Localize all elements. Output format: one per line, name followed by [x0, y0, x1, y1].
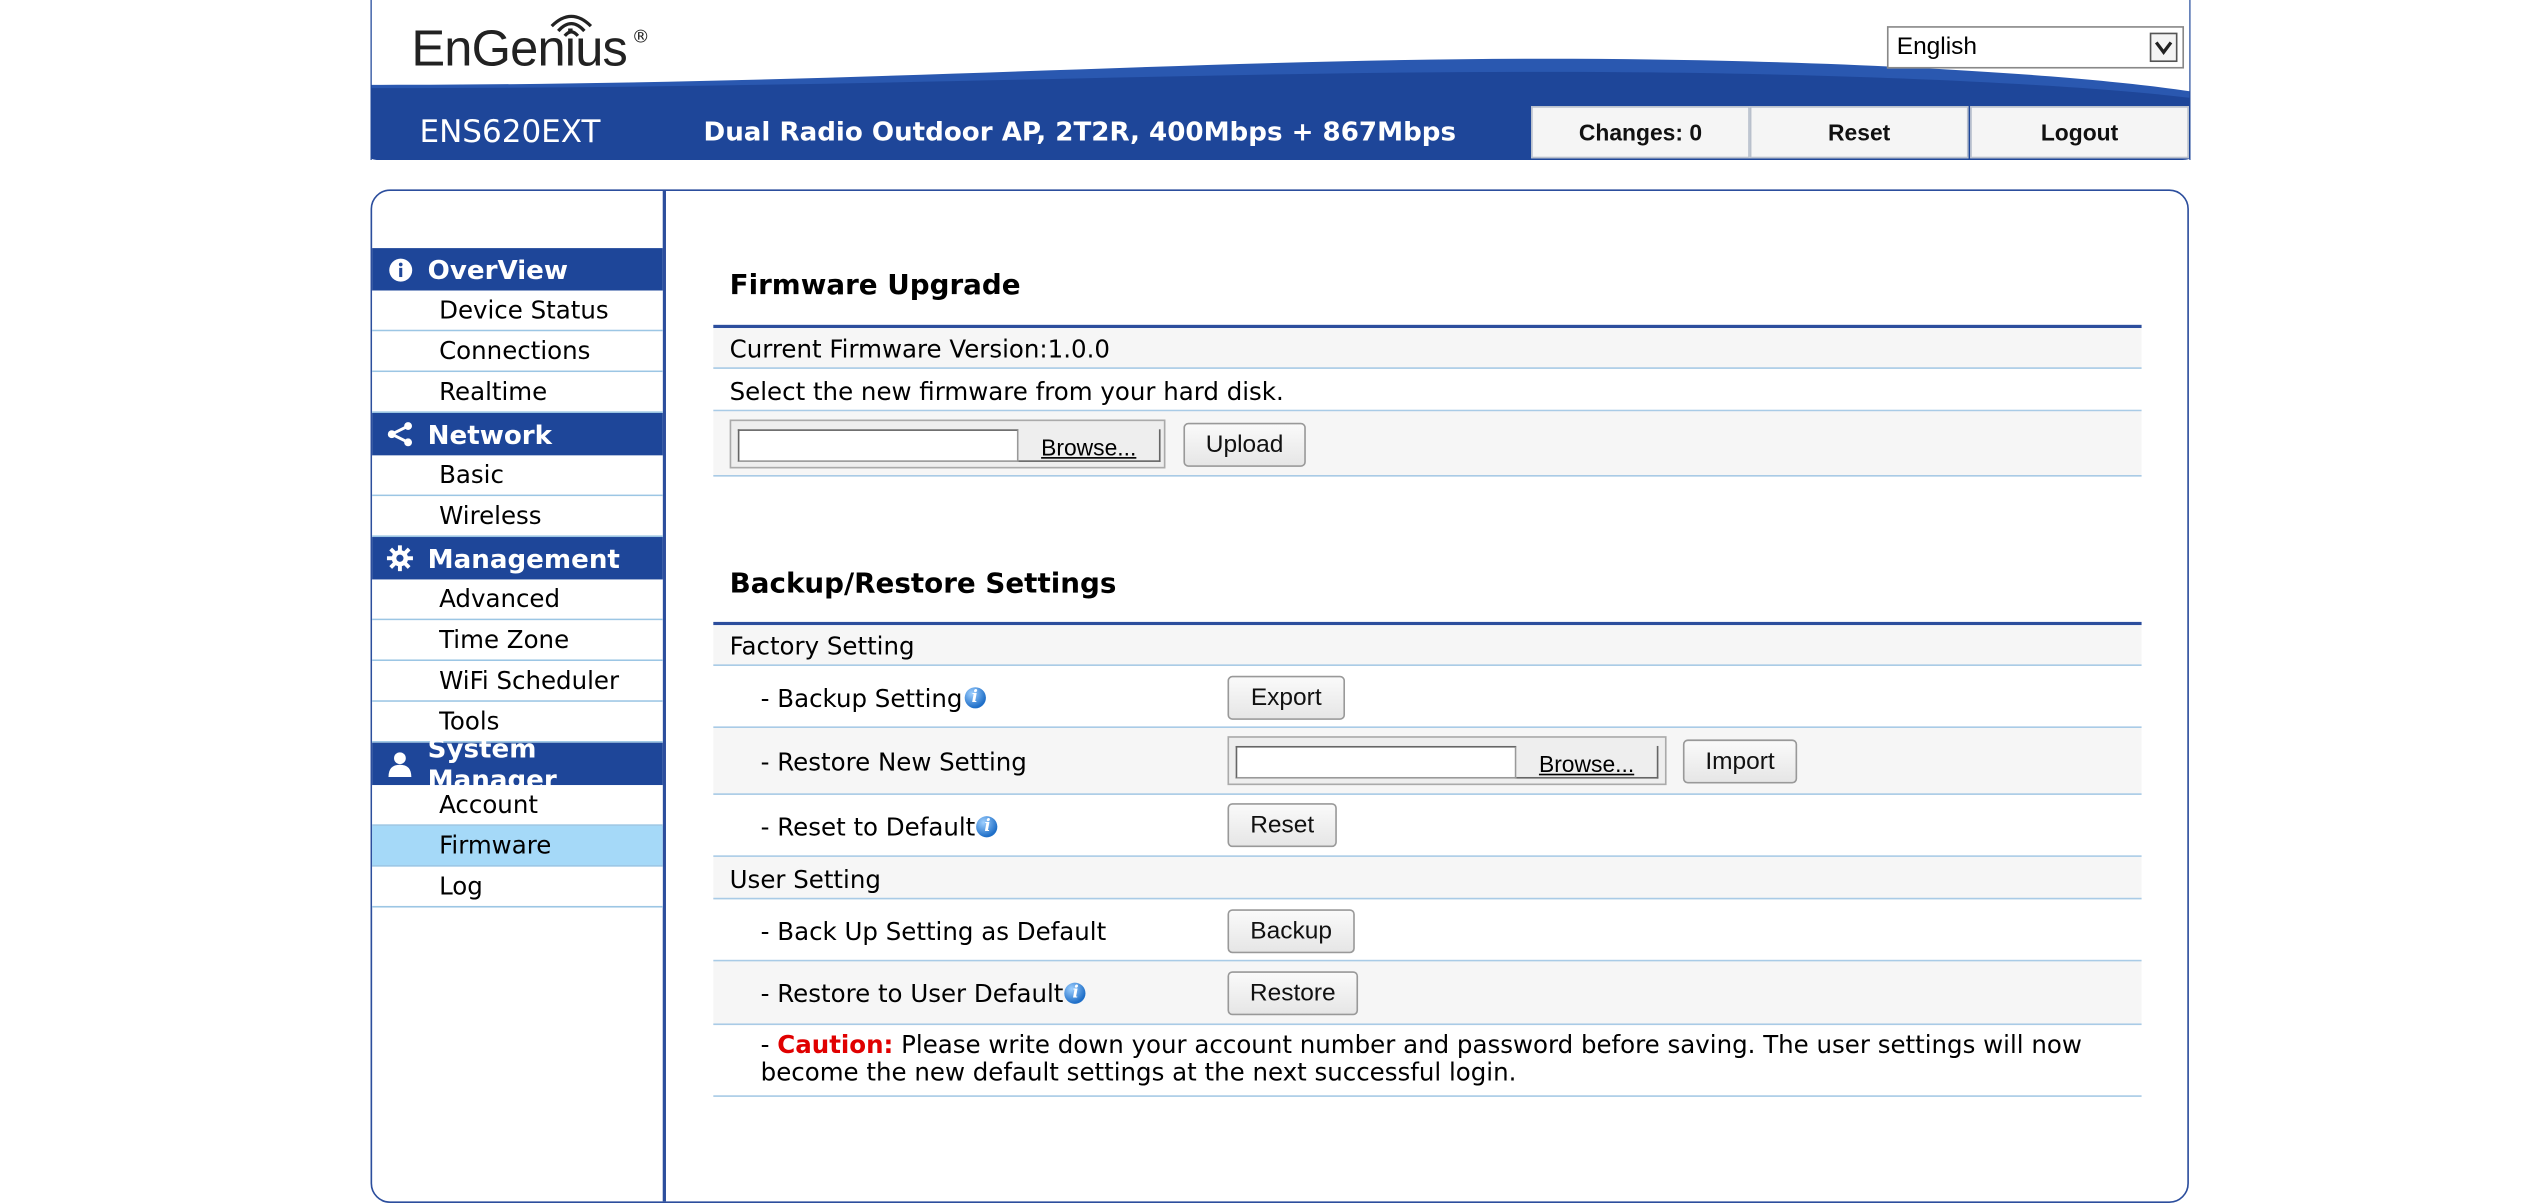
info-icon[interactable]: i — [976, 816, 999, 838]
restore-user-default-label: - Restore to User Default i — [760, 979, 1087, 1009]
logout-button[interactable]: Logout — [1970, 106, 2189, 159]
header-reset-button[interactable]: Reset — [1749, 106, 1969, 159]
firmware-version-row: Current Firmware Version:1.0.0 — [713, 328, 2142, 369]
firmware-browse-button[interactable]: Browse... — [1018, 429, 1161, 462]
sidebar-section-management[interactable]: Management — [372, 537, 663, 580]
firmware-select-text: Select the new firmware from your hard d… — [729, 377, 1284, 407]
sidebar-item-connections[interactable]: Connections — [372, 331, 663, 373]
info-icon — [387, 256, 413, 282]
chevron-down-icon[interactable] — [2149, 32, 2178, 63]
sidebar-item-wireless[interactable]: Wireless — [372, 496, 663, 538]
sidebar: OverView Device Status Connections Realt… — [372, 248, 663, 908]
restore-user-default-row: - Restore to User Default i Restore — [713, 961, 2142, 1026]
sidebar-item-wifi-scheduler[interactable]: WiFi Scheduler — [372, 661, 663, 702]
sidebar-item-basic[interactable]: Basic — [372, 455, 663, 497]
language-value: English — [1896, 32, 1978, 61]
info-icon[interactable]: i — [1065, 982, 1087, 1004]
reset-default-button[interactable]: Reset — [1227, 803, 1337, 848]
sidebar-item-log[interactable]: Log — [372, 866, 663, 908]
registered-mark-icon: ® — [631, 26, 650, 48]
sidebar-section-system-manager[interactable]: System Manager — [372, 733, 663, 795]
model-name: ENS620EXT — [419, 114, 601, 151]
header: EnGenius ® English ENS620EXT Dual Radio … — [370, 0, 2191, 160]
reset-default-label: - Reset to Default i — [760, 812, 999, 843]
share-icon — [387, 421, 413, 447]
caution-row: - Caution: Please write down your accoun… — [713, 1025, 2142, 1097]
sidebar-item-time-zone[interactable]: Time Zone — [372, 620, 663, 662]
sidebar-item-realtime[interactable]: Realtime — [372, 372, 663, 413]
firmware-file-row: Browse... Upload — [713, 411, 2142, 477]
factory-setting-label: Factory Setting — [729, 631, 915, 662]
sidebar-section-label: Management — [427, 542, 620, 574]
sidebar-section-label: System Manager — [427, 732, 557, 795]
user-setting-row: User Setting — [713, 856, 2142, 900]
sidebar-item-device-status[interactable]: Device Status — [372, 290, 663, 332]
sidebar-divider — [662, 190, 666, 1202]
restore-button[interactable]: Restore — [1227, 971, 1359, 1016]
backup-setting-text: - Backup Setting — [760, 683, 963, 714]
reset-default-text: - Reset to Default — [760, 812, 976, 843]
firmware-version-text: Current Firmware Version:1.0.0 — [729, 334, 1110, 365]
changes-button[interactable]: Changes: 0 — [1531, 106, 1750, 159]
caution-text: Please write down your account number an… — [760, 1029, 2082, 1088]
model-description: Dual Radio Outdoor AP, 2T2R, 400Mbps + 8… — [703, 115, 1457, 147]
user-icon — [387, 751, 413, 777]
restore-browse-button[interactable]: Browse... — [1516, 745, 1659, 779]
title-divider — [713, 324, 2142, 328]
backup-setting-label: - Backup Setting i — [761, 684, 986, 713]
sidebar-item-advanced[interactable]: Advanced — [372, 579, 663, 621]
sidebar-item-firmware[interactable]: Firmware — [372, 825, 663, 867]
firmware-file-field[interactable] — [737, 429, 1019, 462]
gear-icon — [386, 545, 413, 572]
caution-note: - Caution: Please write down your accoun… — [760, 1029, 2099, 1088]
wifi-logo-icon — [550, 14, 593, 37]
language-select[interactable]: English — [1886, 26, 2185, 69]
restore-file-chooser[interactable]: Browse... — [1227, 736, 1667, 786]
info-icon[interactable]: i — [964, 687, 986, 709]
firmware-select-row: Select the new firmware from your hard d… — [713, 369, 2142, 412]
backup-setting-row: - Backup Setting i Export — [713, 666, 2142, 729]
export-button[interactable]: Export — [1227, 675, 1346, 720]
restore-new-setting-label: - Restore New Setting — [760, 747, 1027, 777]
caution-prefix: - — [760, 1029, 778, 1060]
backup-as-default-row: - Back Up Setting as Default Backup — [713, 899, 2142, 962]
backup-restore-title: Backup/Restore Settings — [729, 568, 1117, 601]
user-setting-label: User Setting — [729, 865, 881, 895]
restore-file-field[interactable] — [1235, 745, 1517, 779]
sidebar-section-label: OverView — [427, 253, 569, 285]
upload-button[interactable]: Upload — [1183, 422, 1306, 467]
firmware-file-chooser[interactable]: Browse... — [729, 419, 1166, 469]
sidebar-section-network[interactable]: Network — [372, 412, 663, 456]
restore-new-setting-row: - Restore New Setting Browse... Import — [713, 728, 2142, 795]
title-divider — [713, 621, 2142, 625]
import-button[interactable]: Import — [1682, 739, 1798, 784]
sidebar-section-overview[interactable]: OverView — [372, 248, 663, 291]
main-panel: OverView Device Status Connections Realt… — [370, 189, 2189, 1203]
caution-label: Caution: — [777, 1029, 894, 1060]
factory-setting-row: Factory Setting — [713, 625, 2142, 666]
backup-as-default-label: - Back Up Setting as Default — [760, 917, 1107, 947]
restore-user-default-text: - Restore to User Default — [760, 979, 1064, 1009]
firmware-upgrade-title: Firmware Upgrade — [729, 269, 1021, 302]
sidebar-section-label: Network — [427, 418, 553, 450]
reset-default-row: - Reset to Default i Reset — [713, 795, 2142, 857]
backup-button[interactable]: Backup — [1227, 909, 1355, 954]
